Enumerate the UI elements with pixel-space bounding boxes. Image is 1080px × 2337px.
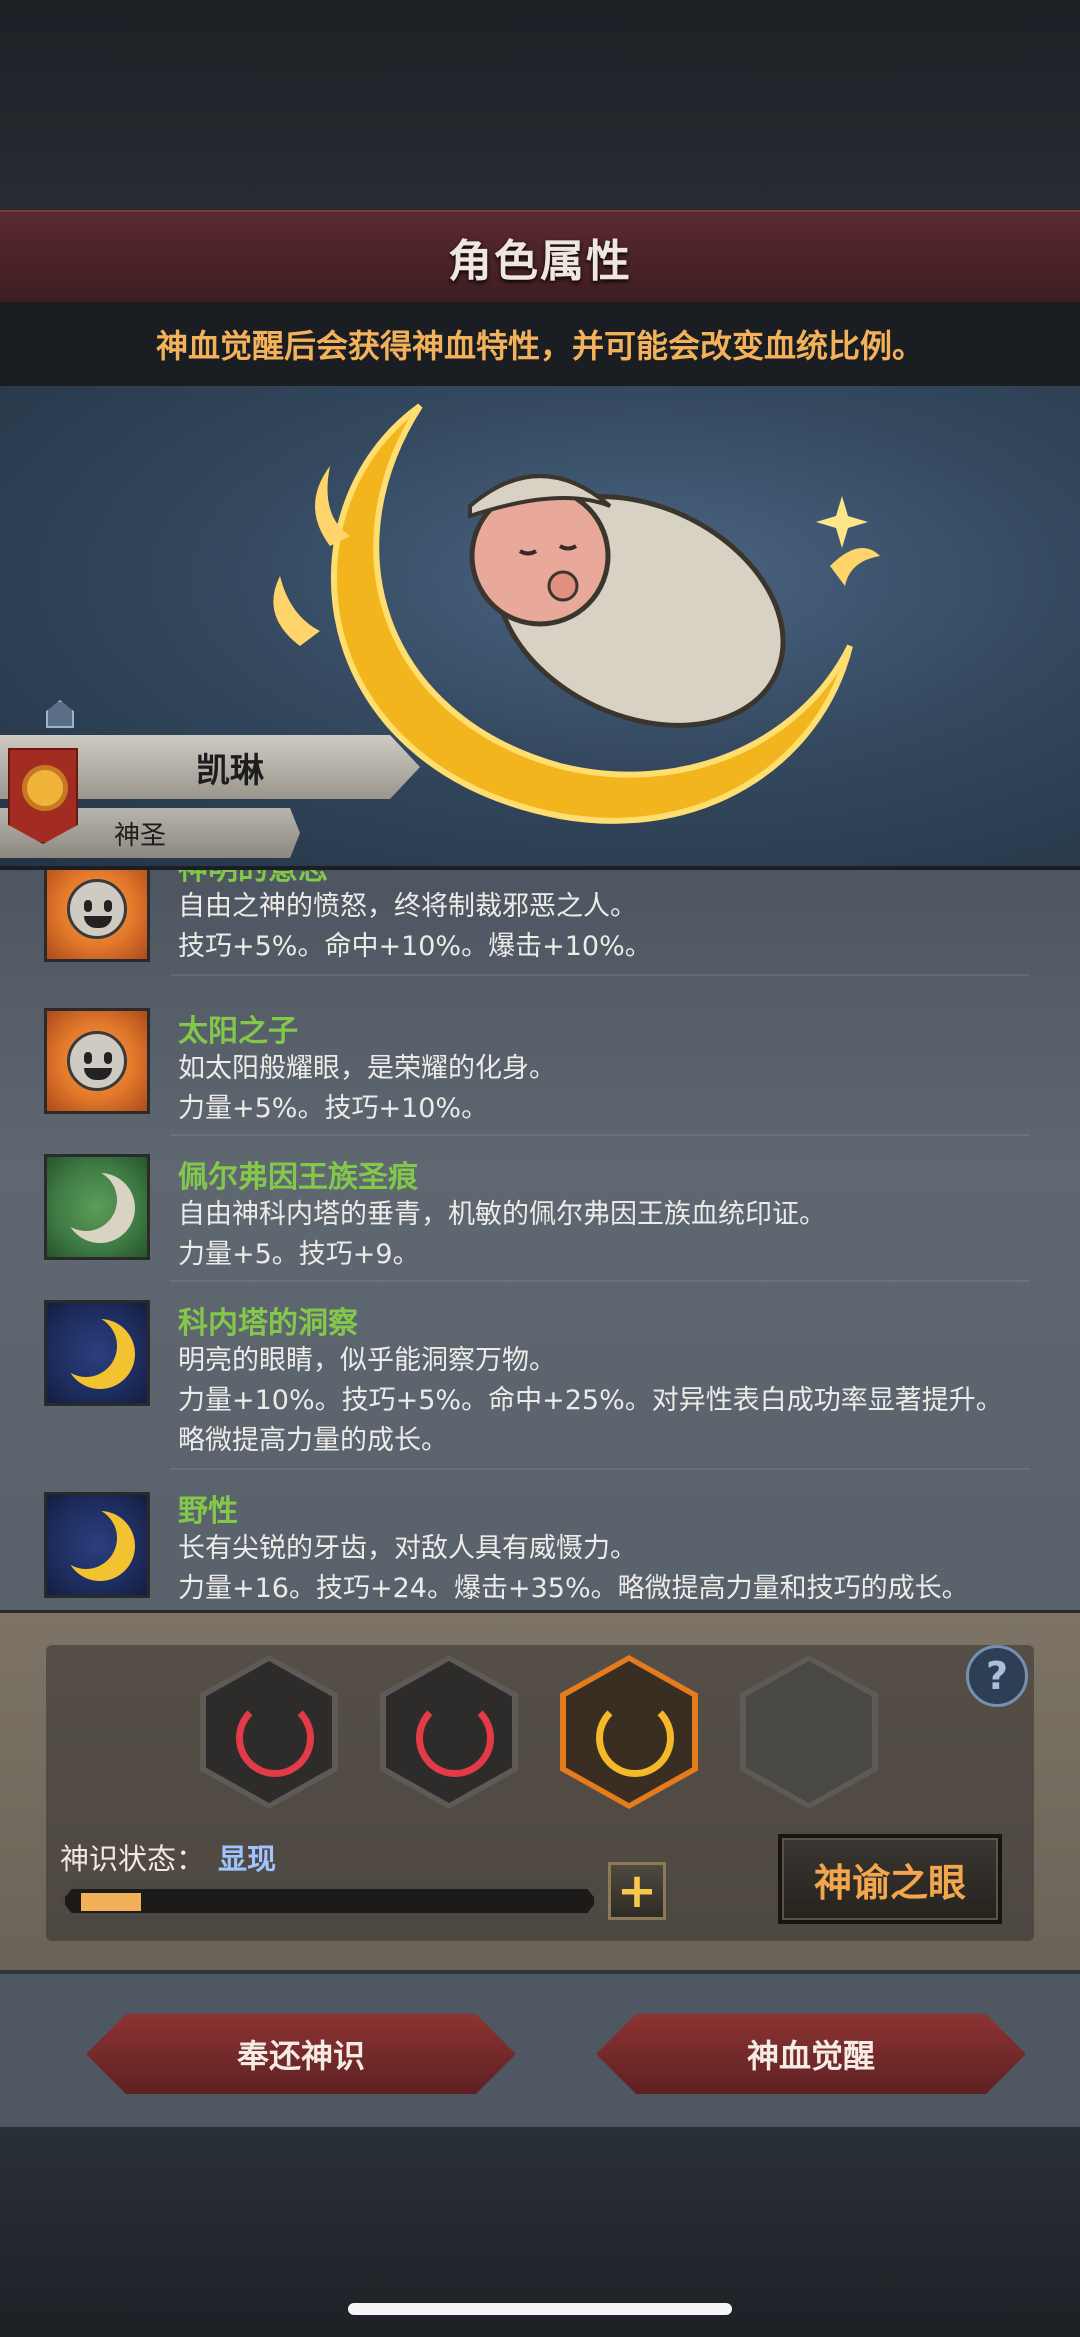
gold-crescent-icon: [596, 1699, 674, 1777]
top-status-area: [0, 0, 1080, 210]
trait-name: 佩尔弗因王族圣痕: [178, 1160, 418, 1195]
sun-face-icon: [44, 870, 150, 962]
trait-description: 自由之神的愤怒，终将制裁邪恶之人。: [178, 891, 637, 922]
home-indicator[interactable]: [348, 2303, 732, 2315]
sun-face-icon: [44, 1008, 150, 1114]
red-crescent-icon: [416, 1699, 494, 1777]
trait-description: 明亮的眼睛，似乎能洞察万物。: [178, 1345, 556, 1376]
trait-name: 太阳之子: [178, 1014, 298, 1049]
white-moon-icon: [44, 1154, 150, 1260]
gold-moon-icon: [44, 1300, 150, 1406]
progress-fill: [81, 1893, 141, 1911]
sun-banner-icon: [8, 748, 78, 844]
page-title: 角色属性: [448, 236, 632, 287]
state-value: 显现: [218, 1842, 277, 1876]
trait-effects: 力量+16。技巧+24。爆击+35%。略微提高力量和技巧的成长。: [178, 1573, 969, 1604]
trait-effects: 技巧+5%。命中+10%。爆击+10%。: [178, 931, 652, 962]
trait-name: 野性: [178, 1494, 238, 1529]
oracle-eye-button[interactable]: 神谕之眼: [778, 1834, 1002, 1924]
return-divine-sense-label: 奉还神识: [236, 2037, 365, 2075]
help-button[interactable]: ?: [966, 1645, 1028, 1707]
trait-description: 如太阳般耀眼，是荣耀的化身。: [178, 1053, 556, 1084]
blood-awaken-button[interactable]: 神血觉醒: [596, 2014, 1026, 2094]
trait-effects-extra: 略微提高力量的成长。: [178, 1425, 448, 1456]
awakening-progress-bar: [62, 1886, 597, 1916]
return-divine-sense-button[interactable]: 奉还神识: [86, 2014, 516, 2094]
character-name: 凯琳: [196, 750, 264, 791]
notice-text: 神血觉醒后会获得神血特性，并可能会改变血统比例。: [155, 327, 924, 365]
character-rank: 神圣: [113, 820, 166, 851]
trait-description: 自由神科内塔的垂青，机敏的佩尔弗因王族血统印证。: [178, 1199, 826, 1230]
trait-name: 科内塔的洞察: [178, 1306, 358, 1341]
trait-description: 长有尖锐的牙齿，对敌人具有威慑力。: [178, 1533, 637, 1564]
state-label: 神识状态：: [60, 1842, 206, 1876]
gold-moon-icon: [44, 1492, 150, 1598]
title-bar: 角色属性: [0, 210, 1080, 302]
red-crescent-icon: [236, 1699, 314, 1777]
add-button[interactable]: +: [608, 1862, 666, 1920]
trait-effects: 力量+10%。技巧+5%。命中+25%。对异性表白成功率显著提升。: [178, 1385, 1003, 1416]
trait-effects: 力量+5。技巧+9。: [178, 1239, 420, 1270]
blood-awaken-label: 神血觉醒: [746, 2037, 875, 2075]
trait-list[interactable]: 神明的意志 自由之神的愤怒，终将制裁邪恶之人。 技巧+5%。命中+10%。爆击+…: [0, 866, 1080, 1610]
oracle-eye-label: 神谕之眼: [813, 1860, 966, 1905]
notice-bar: 神血觉醒后会获得神血特性，并可能会改变血统比例。: [0, 302, 1080, 386]
trait-effects: 力量+5%。技巧+10%。: [178, 1093, 489, 1124]
sparkle-icon: [816, 496, 868, 548]
